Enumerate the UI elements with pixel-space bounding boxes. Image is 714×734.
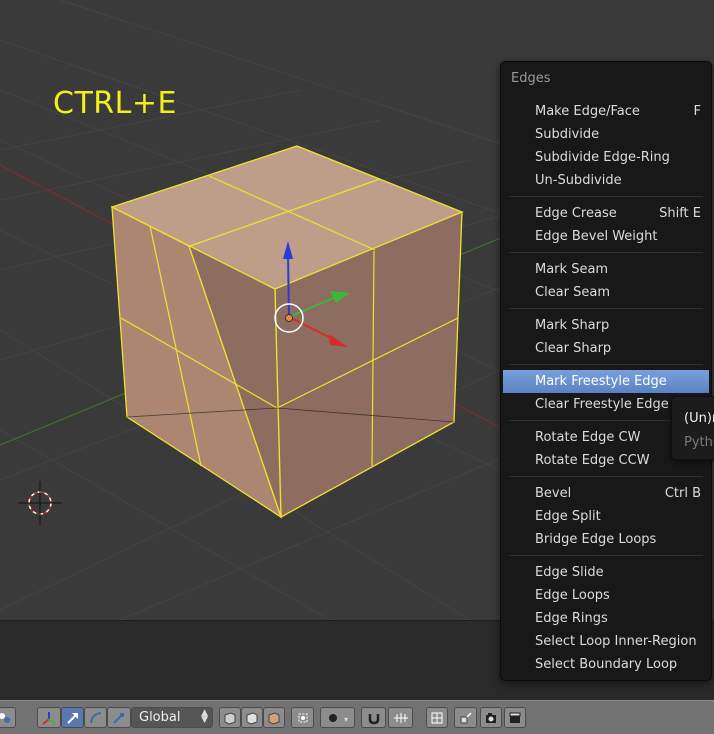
snap-increment-icon: [393, 712, 408, 723]
menu-item-tooltip: (Un)r Pytho: [671, 396, 714, 460]
menu-separator: [509, 252, 703, 253]
menu-separator: [509, 196, 703, 197]
pivot-dot-icon: ▾: [328, 713, 348, 724]
transform-orientation-select[interactable]: Global ▲ ▼: [131, 707, 213, 728]
manipulator-icon: [42, 711, 56, 725]
grid-overlay-icon: [431, 712, 443, 723]
menu-item-mark-sharp[interactable]: Mark Sharp: [503, 314, 709, 337]
menu-item-select-boundary-loop[interactable]: Select Boundary Loop: [503, 653, 709, 676]
menu-item-subdivide-edge-ring[interactable]: Subdivide Edge-Ring: [503, 146, 709, 169]
manipulator-toggle-button[interactable]: [37, 707, 61, 728]
menu-separator: [509, 308, 703, 309]
menu-item-edge-crease[interactable]: Edge Crease Shift E: [503, 202, 709, 225]
scale-icon: [113, 712, 124, 724]
menu-item-edge-loops[interactable]: Edge Loops: [503, 584, 709, 607]
menu-item-edge-split[interactable]: Edge Split: [503, 505, 709, 528]
menu-item-clear-sharp[interactable]: Clear Sharp: [503, 337, 709, 360]
menu-item-subdivide[interactable]: Subdivide: [503, 123, 709, 146]
edges-menu: Edges Make Edge/Face F Subdivide Subdivid…: [500, 61, 712, 681]
clapperboard-icon: [509, 712, 521, 723]
cube-face-icon: [268, 711, 280, 725]
menu-item-edge-slide[interactable]: Edge Slide: [503, 561, 709, 584]
menu-item-mark-seam[interactable]: Mark Seam: [503, 258, 709, 281]
snap-target-button[interactable]: [454, 707, 477, 728]
mode-icon: [0, 712, 10, 723]
limit-selection-visible-button[interactable]: [291, 707, 314, 728]
menu-item-un-subdivide[interactable]: Un-Subdivide: [503, 169, 709, 192]
menu-item-clear-seam[interactable]: Clear Seam: [503, 281, 709, 304]
magnet-icon: [368, 713, 379, 724]
chevron-updown-icon: ▲ ▼: [201, 708, 208, 725]
vertex-select-mode-button[interactable]: [219, 707, 241, 728]
menu-item-make-edge-face[interactable]: Make Edge/Face F: [503, 100, 709, 123]
menu-item-edge-rings[interactable]: Edge Rings: [503, 607, 709, 630]
menu-separator: [509, 476, 703, 477]
menu-separator: [509, 555, 703, 556]
camera-icon: [486, 712, 496, 723]
transform-orientation-value: Global: [139, 710, 181, 725]
proportional-editing-button[interactable]: [361, 707, 386, 728]
pivot-point-select[interactable]: ▾: [320, 707, 355, 728]
menu-separator: [509, 364, 703, 365]
3d-cursor-icon: [18, 481, 62, 525]
menu-item-select-loop-inner-region[interactable]: Select Loop Inner-Region: [503, 630, 709, 653]
interaction-mode-button[interactable]: [0, 707, 16, 728]
cube-edge-icon: [246, 711, 258, 725]
render-opengl-button[interactable]: [480, 707, 502, 728]
overlay-button[interactable]: [426, 707, 448, 728]
svg-text:▾: ▾: [344, 715, 348, 724]
rotate-manipulator-button[interactable]: [84, 707, 107, 728]
viewport-header: Global ▲ ▼ ▾: [0, 700, 714, 734]
rotate-arc-icon: [89, 711, 101, 723]
menu-item-mark-freestyle-edge[interactable]: Mark Freestyle Edge: [503, 370, 709, 393]
tooltip-python: Pytho: [684, 435, 714, 450]
menu-title: Edges: [511, 71, 551, 86]
occlude-geometry-icon: [298, 713, 307, 722]
translate-manipulator-button[interactable]: [61, 707, 84, 728]
snap-element-button[interactable]: [388, 707, 413, 728]
shortcut-hint: CTRL+E: [53, 86, 177, 121]
snap-target-icon: [460, 711, 472, 723]
edge-select-mode-button[interactable]: [241, 707, 263, 728]
menu-item-edge-bevel-weight[interactable]: Edge Bevel Weight: [503, 225, 709, 248]
cube-vertex-icon: [224, 711, 236, 725]
menu-item-bevel[interactable]: Bevel Ctrl B: [503, 482, 709, 505]
scale-manipulator-button[interactable]: [107, 707, 131, 728]
render-animation-button[interactable]: [504, 707, 526, 728]
tooltip-title: (Un)r: [684, 411, 714, 426]
menu-item-bridge-edge-loops[interactable]: Bridge Edge Loops: [503, 528, 709, 551]
arrow-icon: [66, 712, 78, 724]
face-select-mode-button[interactable]: [263, 707, 285, 728]
